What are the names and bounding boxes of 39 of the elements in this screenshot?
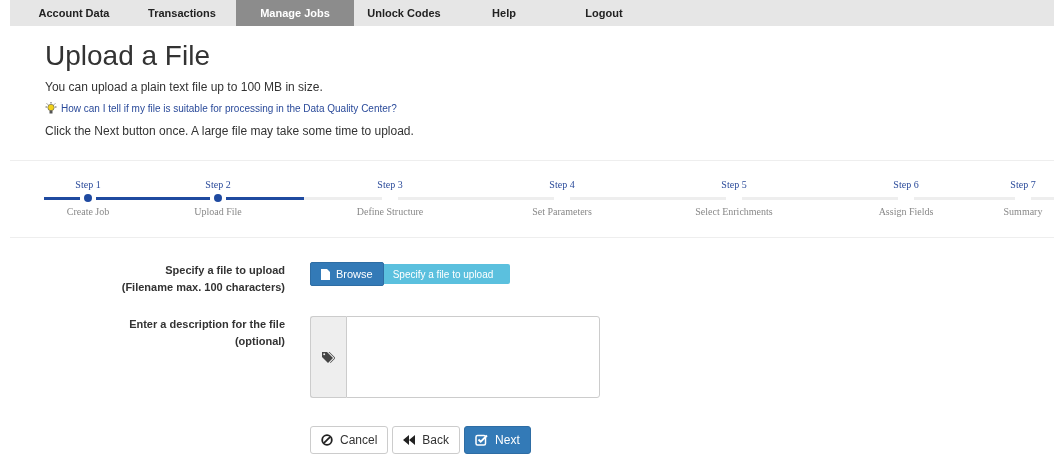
lightbulb-icon xyxy=(45,102,57,114)
step-number: Step 1 xyxy=(75,179,101,192)
step-label: Define Structure xyxy=(356,206,424,217)
field-label: Enter a description for the file xyxy=(128,317,285,332)
intro-text: You can upload a plain text file up to 100 MB in size. xyxy=(45,80,324,94)
step-number: Step 7 xyxy=(1010,179,1036,192)
step-label: Select Enrichments xyxy=(695,206,773,217)
field-label: Specify a file to upload xyxy=(164,263,285,278)
cancel-button[interactable]: Cancel xyxy=(310,426,389,454)
file-icon xyxy=(321,268,330,280)
field-hint: (optional) xyxy=(233,334,285,349)
step-number: Step 3 xyxy=(377,179,403,192)
step-number: Step 5 xyxy=(721,179,747,192)
step-label: Create Job xyxy=(66,206,110,217)
double-arrow-left-icon xyxy=(403,435,416,445)
step-label: Assign Fields xyxy=(878,206,934,217)
step-number: Step 2 xyxy=(205,179,231,192)
browse-button[interactable]: Browse xyxy=(310,262,384,286)
nav-tab[interactable]: Unlock Codes xyxy=(354,0,454,26)
step-label: Summary xyxy=(1003,206,1043,217)
nav-tab[interactable]: Transactions xyxy=(128,0,236,26)
help-link[interactable]: How can I tell if my file is suitable for processing in the Data Quality Center? xyxy=(61,102,397,114)
note-text: Click the Next button once. A large file may take some time to upload. xyxy=(45,124,415,138)
step-number: Step 6 xyxy=(893,179,919,192)
nav-tab[interactable]: Account Data xyxy=(20,0,128,26)
page-title: Upload a File xyxy=(45,40,211,72)
step-number: Step 4 xyxy=(549,179,575,192)
field-hint: (Filename max. 100 characters) xyxy=(120,280,285,295)
tags-icon xyxy=(322,351,335,363)
file-name-field[interactable]: Specify a file to upload xyxy=(383,264,510,284)
nav-tab[interactable]: Logout xyxy=(554,0,654,26)
nav-tab[interactable]: Help xyxy=(454,0,554,26)
description-field[interactable] xyxy=(346,316,600,398)
step-label: Set Parameters xyxy=(532,206,592,217)
next-button[interactable]: Next xyxy=(464,426,531,454)
cancel-icon xyxy=(321,434,333,446)
checkbox-icon xyxy=(475,434,489,446)
step-label: Upload File xyxy=(194,206,242,217)
back-button[interactable]: Back xyxy=(392,426,461,454)
